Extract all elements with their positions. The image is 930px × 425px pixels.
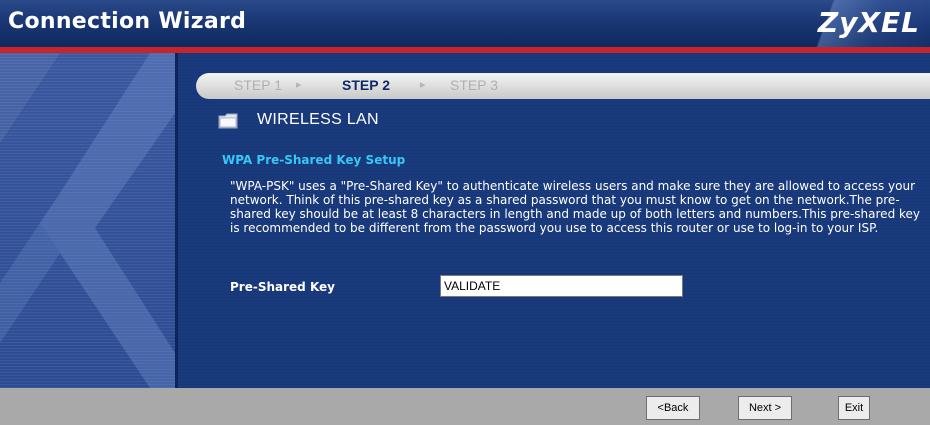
step-separator-icon: ▸ <box>296 78 302 91</box>
wizard-steps-bar: STEP 1 ▸ STEP 2 ▸ STEP 3 <box>196 73 930 99</box>
panel-divider <box>175 53 178 388</box>
title-bar: Connection Wizard ZyXEL <box>0 0 930 47</box>
back-button[interactable]: <Back <box>646 396 700 420</box>
psk-field-label: Pre-Shared Key <box>230 280 335 294</box>
psk-input[interactable] <box>440 275 683 297</box>
button-bar: <Back Next > Exit <box>0 388 930 425</box>
step-3: STEP 3 <box>450 77 498 93</box>
window-title: Connection Wizard <box>8 9 247 34</box>
step-separator-icon: ▸ <box>420 78 426 91</box>
step-2: STEP 2 <box>342 77 390 93</box>
decorative-x-shape <box>0 53 175 388</box>
folder-icon <box>218 113 238 129</box>
step-1: STEP 1 <box>234 77 282 93</box>
wizard-body: STEP 1 ▸ STEP 2 ▸ STEP 3 WIRELESS LAN WP… <box>0 53 930 388</box>
exit-button[interactable]: Exit <box>838 396 870 420</box>
zyxel-logo: ZyXEL <box>817 6 920 39</box>
next-button[interactable]: Next > <box>738 396 792 420</box>
section-title: WIRELESS LAN <box>257 111 379 128</box>
setup-subheading: WPA Pre-Shared Key Setup <box>222 153 406 167</box>
psk-description: "WPA-PSK" uses a "Pre-Shared Key" to aut… <box>230 179 920 235</box>
left-decoration-panel <box>0 53 175 388</box>
